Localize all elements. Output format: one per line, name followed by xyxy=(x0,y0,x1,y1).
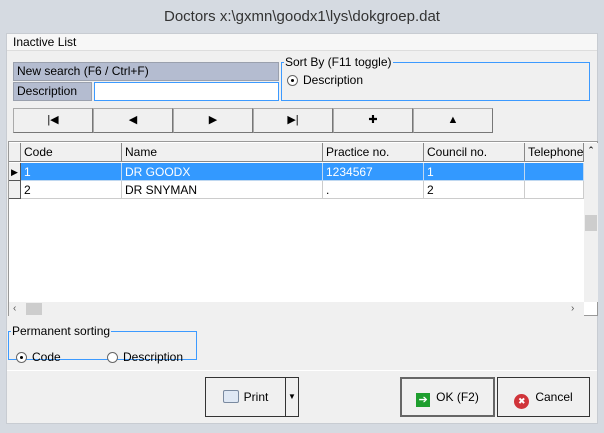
cell-council[interactable]: 1 xyxy=(424,163,525,181)
print-dropdown-button[interactable]: ▼ xyxy=(285,377,299,417)
cell-practice[interactable]: 1234567 xyxy=(323,163,424,181)
description-label: Description xyxy=(13,82,92,101)
column-header-telephone[interactable]: Telephone xyxy=(525,143,584,162)
cell-telephone[interactable] xyxy=(525,181,584,199)
row-indicator[interactable]: ▶ xyxy=(9,163,21,181)
radio-label: Code xyxy=(32,350,61,364)
up-icon: ▲ xyxy=(447,114,459,126)
radio-icon xyxy=(107,352,118,363)
print-button[interactable]: Print xyxy=(205,377,286,417)
list-header: Inactive List xyxy=(7,34,597,51)
last-icon: ▶| xyxy=(287,114,299,126)
previous-icon: ◀ xyxy=(128,114,138,126)
permanent-sorting-group: Permanent sorting Code Description xyxy=(8,324,197,364)
add-icon: ✚ xyxy=(368,114,378,126)
cell-council[interactable]: 2 xyxy=(424,181,525,199)
arrow-right-icon: ➔ xyxy=(416,393,431,407)
ok-button[interactable]: ➔ OK (F2) xyxy=(400,377,495,417)
cell-name[interactable]: DR GOODX xyxy=(122,163,323,181)
cancel-button[interactable]: ✖ Cancel xyxy=(497,377,590,417)
column-header-name[interactable]: Name xyxy=(122,143,323,162)
radio-icon xyxy=(287,75,298,86)
cancel-label: Cancel xyxy=(535,390,573,404)
table-row[interactable]: 1 DR GOODX 1234567 1 xyxy=(9,163,584,181)
chevron-down-icon: ▼ xyxy=(288,392,296,401)
scroll-thumb[interactable] xyxy=(585,215,597,231)
radio-label: Description xyxy=(123,350,184,364)
scroll-left-icon[interactable]: ‹ xyxy=(13,302,16,316)
scroll-up-icon[interactable]: ⌃ xyxy=(584,143,598,157)
radio-icon xyxy=(16,352,27,363)
up-record-button[interactable]: ▲ xyxy=(413,108,493,133)
cell-telephone[interactable] xyxy=(525,163,584,181)
scroll-right-icon[interactable]: › xyxy=(571,302,574,316)
sort-by-group: Sort By (F11 toggle) Description xyxy=(281,55,590,101)
window-title: Doctors x:\gxmn\goodx1\lys\dokgroep.dat xyxy=(164,8,440,25)
sort-by-legend: Sort By (F11 toggle) xyxy=(285,55,392,69)
description-search-input[interactable] xyxy=(94,82,279,101)
new-search-label: New search (F6 / Ctrl+F) xyxy=(13,62,279,81)
vertical-scrollbar[interactable]: ⌃ xyxy=(584,143,598,302)
sort-by-description-radio[interactable]: Description xyxy=(287,73,589,87)
row-indicator[interactable] xyxy=(9,181,21,199)
first-record-button[interactable]: |◀ xyxy=(13,108,93,133)
column-header-practice[interactable]: Practice no. xyxy=(323,143,424,162)
column-header-code[interactable]: Code xyxy=(21,143,122,162)
cell-practice[interactable]: . xyxy=(323,181,424,199)
next-record-button[interactable]: ▶ xyxy=(173,108,253,133)
radio-label: Description xyxy=(303,73,364,87)
sort-description-radio[interactable]: Description xyxy=(107,350,183,364)
printer-icon xyxy=(222,390,239,403)
column-header-council[interactable]: Council no. xyxy=(424,143,525,162)
add-record-button[interactable]: ✚ xyxy=(333,108,413,133)
ok-label: OK (F2) xyxy=(436,390,479,404)
first-icon: |◀ xyxy=(47,114,59,126)
doctors-grid: Code Name Practice no. Council no. Telep… xyxy=(8,141,598,316)
cell-code[interactable]: 2 xyxy=(21,181,122,199)
table-row[interactable]: 2 DR SNYMAN. 2 xyxy=(9,181,584,199)
previous-record-button[interactable]: ◀ xyxy=(93,108,173,133)
horizontal-scrollbar[interactable]: ‹ › xyxy=(9,302,584,316)
permanent-sorting-legend: Permanent sorting xyxy=(12,324,111,338)
print-label: Print xyxy=(243,390,269,404)
cell-code[interactable]: 1 xyxy=(21,163,122,181)
hscroll-thumb[interactable] xyxy=(26,303,42,315)
row-indicator-header xyxy=(9,143,21,162)
current-row-icon: ▶ xyxy=(11,167,18,177)
cell-name[interactable]: DR SNYMAN xyxy=(122,181,323,199)
sort-code-radio[interactable]: Code xyxy=(16,350,61,364)
next-icon: ▶ xyxy=(208,114,218,126)
footer-divider xyxy=(7,370,597,371)
cancel-icon: ✖ xyxy=(514,394,530,409)
last-record-button[interactable]: ▶| xyxy=(253,108,333,133)
